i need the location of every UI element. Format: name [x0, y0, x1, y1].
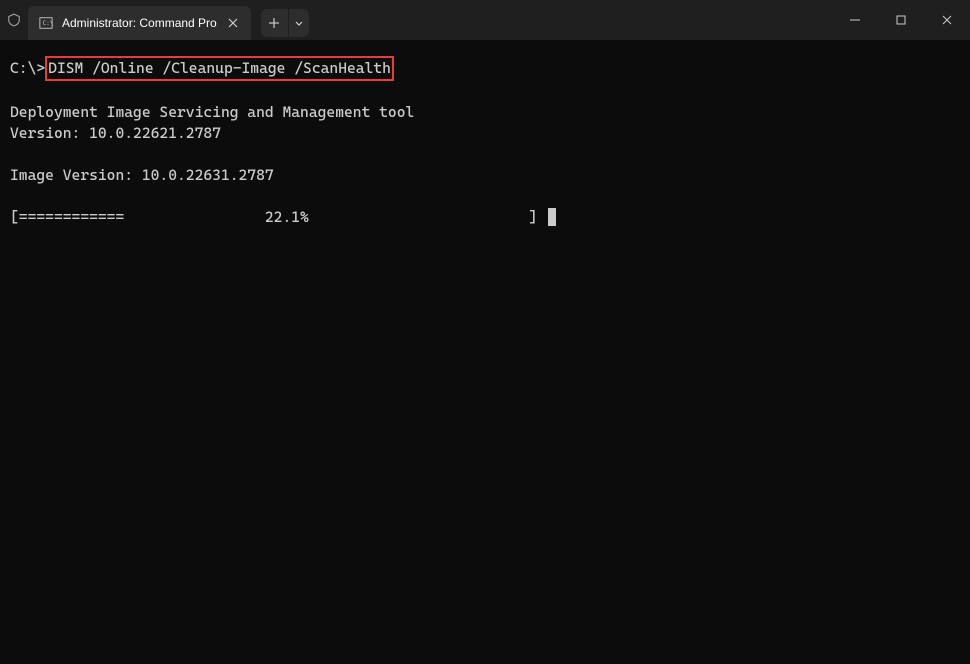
output-line: Image Version: 10.0.22631.2787	[10, 166, 274, 184]
tab-title: Administrator: Command Pro	[62, 16, 217, 30]
highlighted-command: DISM /Online /Cleanup-Image /ScanHealth	[45, 56, 394, 81]
cursor	[548, 208, 556, 226]
titlebar[interactable]: C:\ Administrator: Command Pro	[0, 0, 970, 40]
progress-bar: [============ 22.1% ]	[10, 208, 537, 226]
svg-text:C:\: C:\	[43, 20, 54, 27]
new-tab-dropdown[interactable]	[289, 9, 309, 37]
cmd-icon: C:\	[38, 15, 54, 31]
new-tab-group	[261, 9, 309, 37]
maximize-button[interactable]	[878, 0, 924, 40]
window-controls	[832, 0, 970, 40]
new-tab-button[interactable]	[261, 9, 289, 37]
tab-close-button[interactable]	[225, 15, 241, 31]
prompt: C:\>	[10, 59, 45, 77]
close-button[interactable]	[924, 0, 970, 40]
minimize-button[interactable]	[832, 0, 878, 40]
output-line: Deployment Image Servicing and Managemen…	[10, 103, 414, 121]
terminal-output[interactable]: C:\>DISM /Online /Cleanup-Image /ScanHea…	[0, 40, 970, 664]
output-line: Version: 10.0.22621.2787	[10, 124, 221, 142]
active-tab[interactable]: C:\ Administrator: Command Pro	[28, 6, 251, 40]
terminal-window: C:\ Administrator: Command Pro	[0, 0, 970, 664]
app-icon	[0, 0, 28, 40]
